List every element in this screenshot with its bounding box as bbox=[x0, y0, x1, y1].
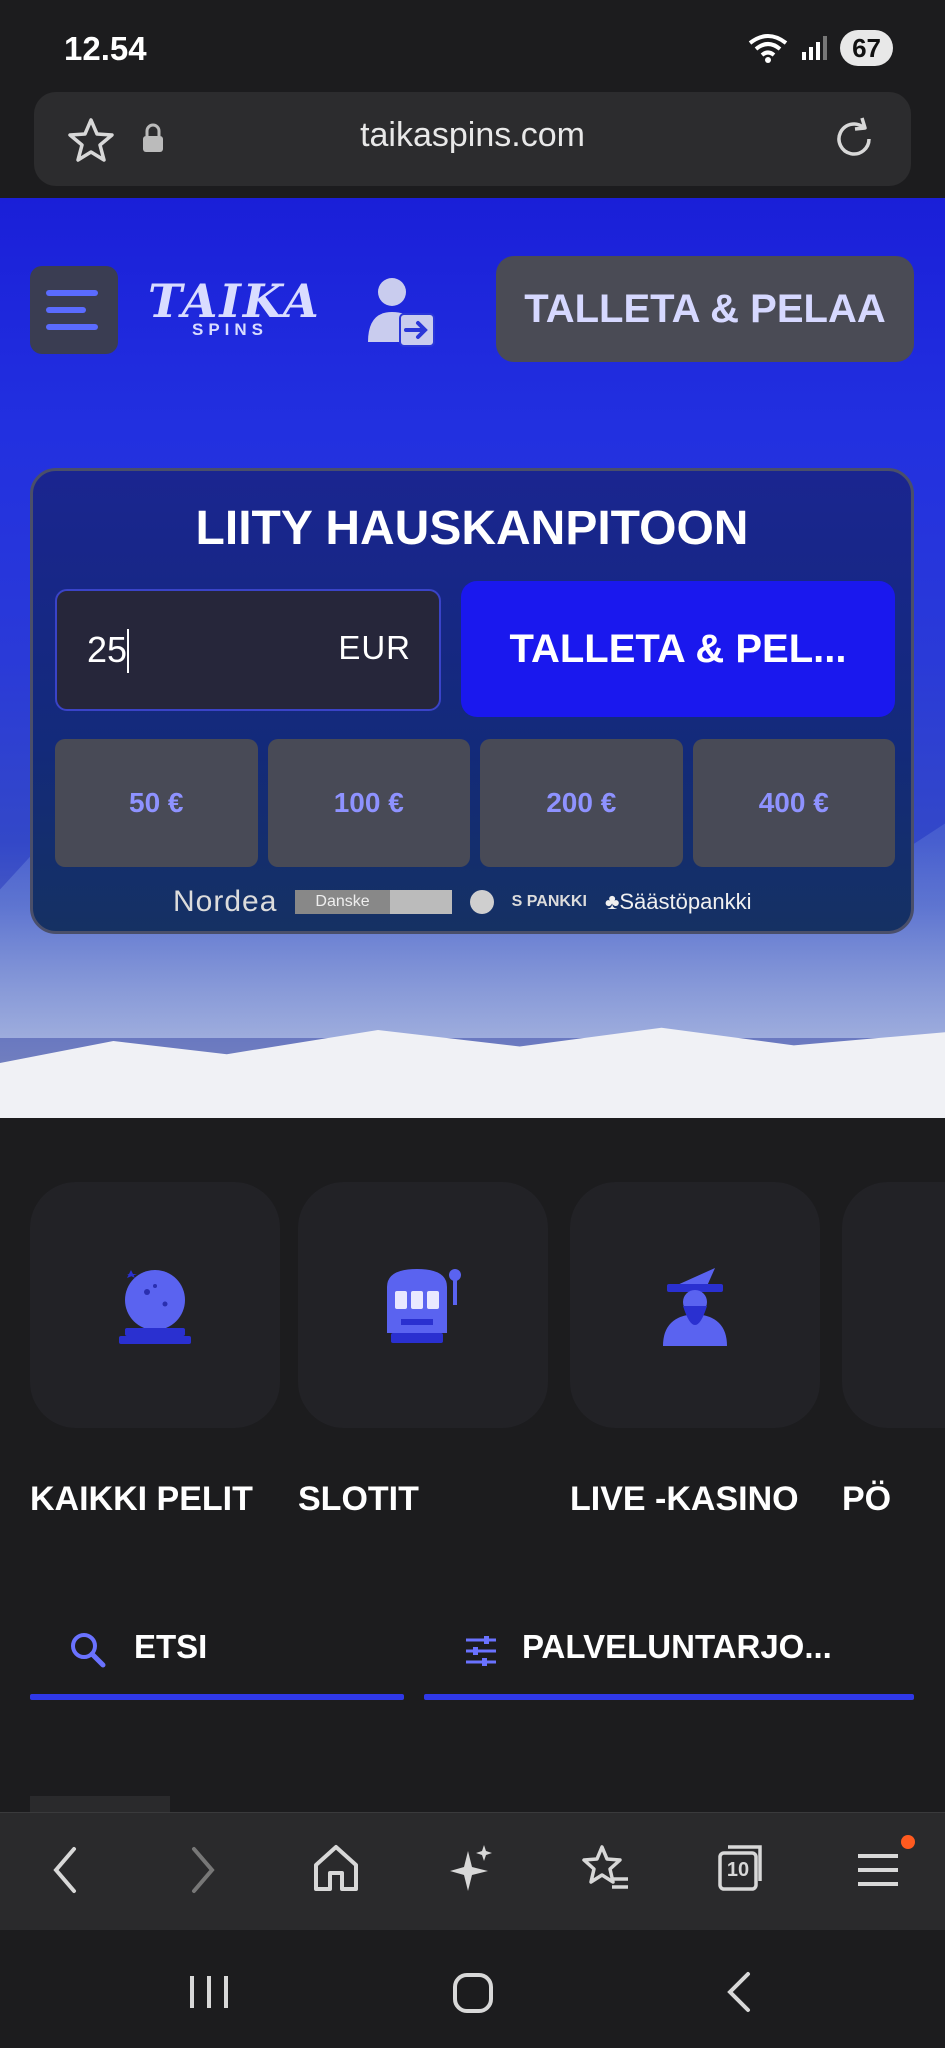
category-carousel: KAIKKI PELIT SLOTIT LIVE -KASINO PÖ bbox=[30, 1182, 945, 1542]
category-table-games[interactable]: PÖ bbox=[842, 1182, 945, 1519]
quick-amount-400[interactable]: 400 € bbox=[692, 739, 895, 867]
card-title: LIITY HAUSKANPITOON bbox=[195, 502, 749, 555]
saastopankki-logo-text: Säästöpankki bbox=[619, 889, 752, 914]
category-label[interactable]: PÖ bbox=[842, 1480, 945, 1519]
forward-icon[interactable] bbox=[186, 1843, 220, 1897]
sparkle-icon[interactable] bbox=[448, 1843, 494, 1893]
category-label[interactable]: KAIKKI PELIT bbox=[30, 1480, 280, 1519]
status-icons: 67 bbox=[748, 30, 893, 66]
spankki-logo: S PANKKI bbox=[511, 893, 587, 910]
bank-logos: Nordea Danske S PANKKI ♣Säästöpankki bbox=[173, 885, 751, 919]
sliders-icon bbox=[466, 1636, 496, 1666]
category-slots[interactable]: SLOTIT bbox=[298, 1182, 548, 1519]
text-cursor bbox=[127, 629, 129, 673]
home-icon[interactable] bbox=[312, 1843, 360, 1893]
search-underline bbox=[30, 1694, 404, 1700]
bookmarks-icon[interactable] bbox=[580, 1843, 630, 1893]
tabs-button[interactable]: 10 bbox=[716, 1841, 764, 1893]
hero-section: TAIKA SPINS TALLETA & PELAA LIITY HAUSKA… bbox=[0, 198, 945, 1118]
category-label[interactable]: SLOTIT bbox=[298, 1480, 548, 1519]
system-back-icon[interactable] bbox=[724, 1970, 754, 2014]
url-text[interactable]: taikaspins.com bbox=[34, 116, 911, 155]
browser-toolbar: 10 bbox=[0, 1812, 945, 1930]
battery-indicator: 67 bbox=[840, 30, 893, 66]
spankki-logo-text: PANKKI bbox=[526, 893, 587, 910]
bank-dot-logo bbox=[469, 890, 494, 914]
back-icon[interactable] bbox=[48, 1843, 82, 1897]
deposit-play-header-button[interactable]: TALLETA & PELAA bbox=[496, 256, 914, 362]
reload-icon[interactable] bbox=[829, 114, 879, 164]
provider-label[interactable]: PALVELUNTARJO... bbox=[522, 1628, 832, 1666]
quick-amount-200[interactable]: 200 € bbox=[480, 739, 683, 867]
search-tab[interactable]: ETSI bbox=[30, 1620, 404, 1700]
hamburger-menu-icon[interactable] bbox=[856, 1853, 900, 1887]
status-bar: 12.54 67 bbox=[0, 0, 945, 92]
nordea-logo: Nordea bbox=[173, 885, 278, 918]
category-all-games[interactable]: KAIKKI PELIT bbox=[30, 1182, 280, 1519]
category-label[interactable]: LIVE -KASINO bbox=[570, 1480, 820, 1519]
danske-logo: Danske bbox=[295, 889, 452, 915]
danske-logo-text: Danske bbox=[295, 890, 390, 914]
provider-underline bbox=[424, 1694, 914, 1700]
amount-value[interactable]: 25 bbox=[87, 629, 127, 671]
amount-input[interactable]: 25 EUR bbox=[55, 589, 441, 711]
notification-dot bbox=[901, 1835, 915, 1849]
login-user-icon[interactable] bbox=[366, 274, 438, 348]
category-tile[interactable] bbox=[570, 1182, 820, 1428]
slot-machine-icon bbox=[387, 1269, 461, 1343]
category-tile[interactable] bbox=[298, 1182, 548, 1428]
signal-icon bbox=[802, 36, 828, 60]
wizard-icon bbox=[663, 1268, 727, 1346]
signup-deposit-card: LIITY HAUSKANPITOON 25 EUR TALLETA & PEL… bbox=[30, 468, 914, 934]
search-icon bbox=[71, 1633, 106, 1668]
system-navigation-bar bbox=[0, 1930, 945, 2048]
status-time: 12.54 bbox=[64, 30, 147, 67]
menu-button[interactable] bbox=[30, 266, 118, 354]
quick-amount-50[interactable]: 50 € bbox=[55, 739, 258, 867]
currency-label: EUR bbox=[338, 629, 411, 666]
category-live-casino[interactable]: LIVE -KASINO bbox=[570, 1182, 820, 1519]
saastopankki-logo: ♣Säästöpankki bbox=[604, 889, 752, 914]
tab-count: 10 bbox=[726, 1859, 750, 1881]
category-tile[interactable] bbox=[30, 1182, 280, 1428]
recent-apps-icon[interactable] bbox=[188, 1974, 230, 2010]
wifi-icon bbox=[748, 34, 788, 63]
system-home-icon[interactable] bbox=[452, 1972, 494, 2014]
quick-amount-chips: 50 € 100 € 200 € 400 € bbox=[55, 739, 895, 867]
deposit-play-button[interactable]: TALLETA & PEL... bbox=[461, 581, 895, 717]
site-logo[interactable]: TAIKA SPINS bbox=[148, 274, 319, 354]
provider-tab[interactable]: PALVELUNTARJO... bbox=[424, 1620, 914, 1700]
crystal-ball-icon bbox=[119, 1270, 191, 1344]
url-bar[interactable]: taikaspins.com bbox=[34, 92, 911, 186]
search-label[interactable]: ETSI bbox=[134, 1628, 207, 1666]
category-tile[interactable] bbox=[842, 1182, 945, 1428]
quick-amount-100[interactable]: 100 € bbox=[267, 739, 470, 867]
